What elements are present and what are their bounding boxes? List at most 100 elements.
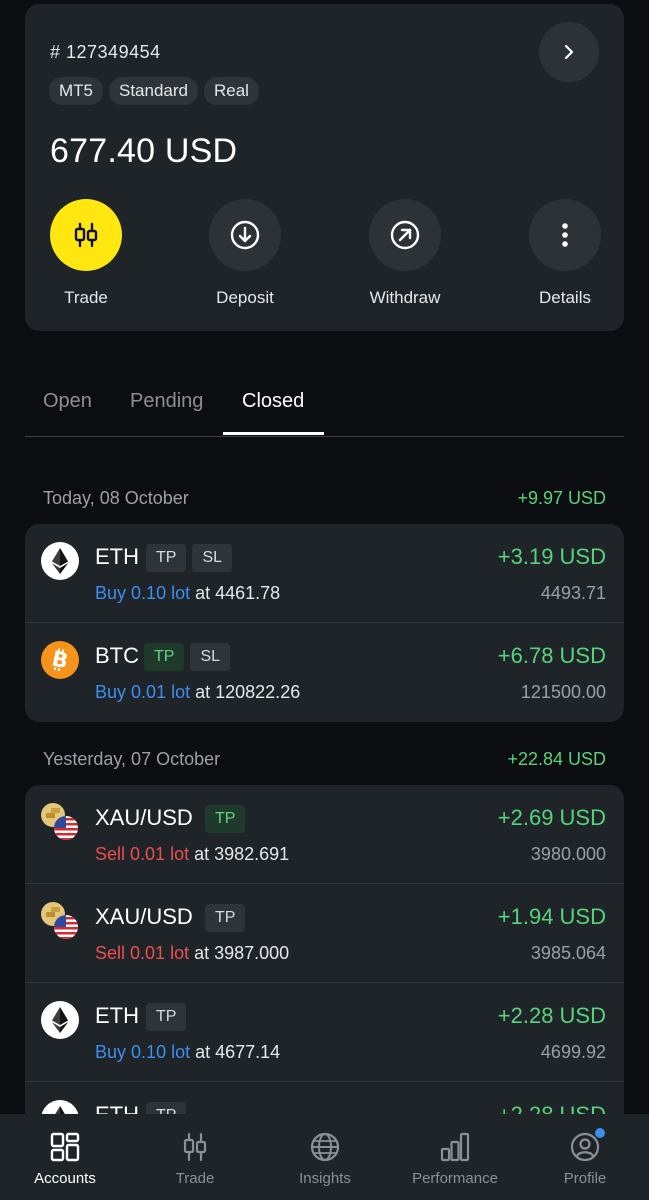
- nav-label: Profile: [563, 1170, 607, 1187]
- nav-trade[interactable]: Trade: [140, 1114, 250, 1200]
- details-action-label: Details: [539, 288, 591, 307]
- trade-lot: 0.01 lot: [130, 943, 190, 963]
- positions-tabs: Open Pending Closed: [25, 370, 624, 437]
- trade-symbol: ETH: [95, 544, 139, 569]
- trade-close-price: 3980.000: [530, 844, 606, 864]
- deposit-action-label: Deposit: [216, 288, 274, 307]
- account-number: # 127349454: [50, 42, 161, 62]
- trade-row[interactable]: XAU/USD TP Sell 0.01 lot at 3982.691 +2.…: [25, 785, 624, 884]
- tp-badge: TP: [146, 544, 187, 572]
- tag-mode: Real: [204, 77, 259, 105]
- trade-open-price: at 3982.691: [194, 844, 290, 864]
- trade-lot: 0.01 lot: [130, 844, 190, 864]
- trade-pnl: +2.69 USD: [497, 805, 606, 830]
- trade-row[interactable]: XAU/USD TP Sell 0.01 lot at 3987.000 +1.…: [25, 884, 624, 983]
- trade-action-label: Trade: [64, 288, 108, 307]
- trade-pnl: +3.19 USD: [497, 544, 606, 569]
- account-open-button[interactable]: [539, 22, 599, 82]
- withdraw-action-circle[interactable]: [369, 199, 441, 271]
- nav-performance[interactable]: Performance: [400, 1114, 510, 1200]
- withdraw-action-button[interactable]: Withdraw: [350, 199, 460, 308]
- tab-open[interactable]: Open: [43, 390, 92, 413]
- order-badges: TP: [205, 904, 246, 932]
- trade-open-price: at 4461.78: [195, 583, 281, 603]
- tag-platform: MT5: [49, 77, 103, 105]
- group-total: +9.97 USD: [517, 488, 606, 508]
- trade-side: Buy: [95, 1042, 127, 1062]
- trade-action-button[interactable]: Trade: [31, 199, 141, 308]
- trade-side: Sell: [95, 943, 126, 963]
- withdraw-action-label: Withdraw: [369, 288, 441, 307]
- group-total: +22.84 USD: [507, 749, 606, 769]
- candlestick-icon: [183, 1132, 207, 1162]
- group-date: Today, 08 October: [43, 488, 189, 508]
- deposit-action-circle[interactable]: [209, 199, 281, 271]
- nav-profile[interactable]: Profile: [530, 1114, 640, 1200]
- account-card: # 127349454 MT5 Standard Real 677.40 USD…: [25, 4, 624, 331]
- xauusd-icon: [41, 902, 78, 939]
- trade-row[interactable]: ETH TP Buy 0.10 lot at 4677.14 +2.28 USD…: [25, 983, 624, 1082]
- nav-accounts[interactable]: Accounts: [10, 1114, 120, 1200]
- tp-badge: TP: [205, 805, 246, 833]
- more-vertical-icon: [562, 223, 568, 247]
- order-badges: TP SL: [146, 544, 233, 572]
- trade-side: Sell: [95, 844, 126, 864]
- nav-label: Trade: [175, 1170, 215, 1187]
- group-date: Yesterday, 07 October: [43, 749, 221, 769]
- trade-row[interactable]: B BTC TP SL Buy 0.01 lot at 120822.26 +6…: [25, 623, 624, 722]
- trade-close-price: 121500.00: [520, 682, 606, 702]
- download-icon: [230, 220, 260, 250]
- withdraw-arrow-icon: [390, 220, 420, 250]
- trade-detail: Buy 0.10 lot at 4461.78: [95, 583, 280, 604]
- accounts-icon: [50, 1132, 80, 1162]
- group-card-yesterday: XAU/USD TP Sell 0.01 lot at 3982.691 +2.…: [25, 785, 624, 1125]
- trade-lot: 0.10 lot: [131, 583, 191, 603]
- order-badges: TP: [146, 1003, 187, 1031]
- nav-label: Insights: [299, 1170, 351, 1187]
- notification-dot: [595, 1128, 605, 1138]
- trade-lot: 0.10 lot: [131, 1042, 191, 1062]
- order-badges: TP SL: [144, 643, 231, 671]
- nav-insights[interactable]: Insights: [270, 1114, 380, 1200]
- details-action-button[interactable]: Details: [510, 199, 620, 308]
- trade-row[interactable]: ETH TP SL Buy 0.10 lot at 4461.78 +3.19 …: [25, 524, 624, 623]
- trade-close-price: 3985.064: [530, 943, 606, 963]
- nav-label: Accounts: [34, 1170, 96, 1187]
- trade-detail: Sell 0.01 lot at 3982.691: [95, 844, 289, 865]
- btc-icon: B: [41, 641, 79, 679]
- group-header-today: Today, 08 October +9.97 USD: [43, 488, 606, 518]
- tab-closed[interactable]: Closed: [242, 390, 304, 413]
- globe-icon: [310, 1132, 340, 1162]
- trade-pnl: +6.78 USD: [497, 643, 606, 668]
- trade-detail: Buy 0.01 lot at 120822.26: [95, 682, 300, 703]
- trade-detail: Buy 0.10 lot at 4677.14: [95, 1042, 280, 1063]
- trade-side: Buy: [95, 583, 127, 603]
- xauusd-icon: [41, 803, 78, 840]
- deposit-action-button[interactable]: Deposit: [190, 199, 300, 308]
- trade-symbol: BTC: [95, 643, 139, 668]
- details-action-circle[interactable]: [529, 199, 601, 271]
- candlestick-icon: [74, 222, 98, 248]
- trade-side: Buy: [95, 682, 127, 702]
- trade-open-price: at 4677.14: [195, 1042, 281, 1062]
- bar-chart-icon: [440, 1132, 470, 1162]
- trade-symbol: ETH: [95, 1003, 139, 1028]
- sl-badge: SL: [190, 643, 231, 671]
- trade-open-price: at 3987.000: [194, 943, 290, 963]
- trade-pnl: +2.28 USD: [497, 1003, 606, 1028]
- account-actions: Trade Deposit Withdraw Details: [25, 199, 624, 309]
- tp-badge: TP: [205, 904, 246, 932]
- tab-pending[interactable]: Pending: [130, 390, 203, 413]
- chevron-right-icon: [564, 44, 574, 60]
- account-tags: MT5 Standard Real: [49, 77, 259, 105]
- trade-lot: 0.01 lot: [131, 682, 191, 702]
- group-card-today: ETH TP SL Buy 0.10 lot at 4461.78 +3.19 …: [25, 524, 624, 722]
- sl-badge: SL: [192, 544, 233, 572]
- tag-account-type: Standard: [109, 77, 198, 105]
- trade-action-circle[interactable]: [50, 199, 122, 271]
- nav-label: Performance: [412, 1170, 498, 1187]
- trade-symbol: XAU/USD: [95, 904, 193, 929]
- trade-close-price: 4493.71: [540, 583, 606, 603]
- eth-icon: [41, 542, 79, 580]
- group-header-yesterday: Yesterday, 07 October +22.84 USD: [43, 749, 606, 779]
